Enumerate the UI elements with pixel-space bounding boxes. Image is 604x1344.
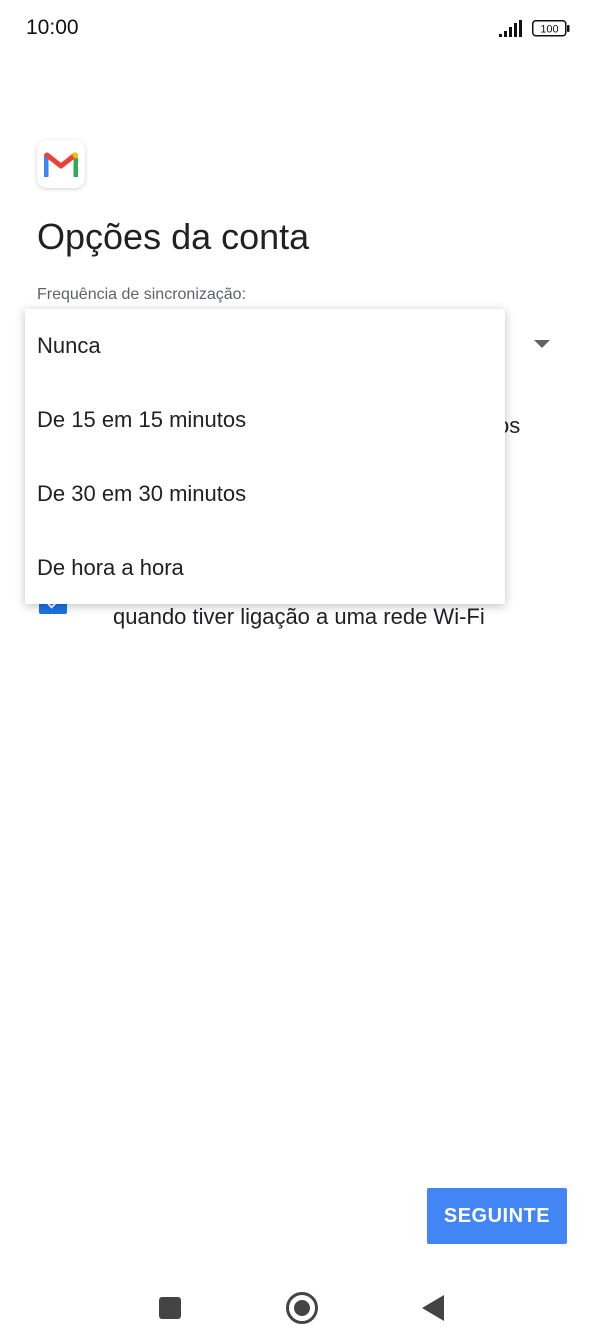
status-time: 10:00 (26, 16, 79, 39)
menu-item-15-minutes[interactable]: De 15 em 15 minutos (25, 383, 505, 457)
chevron-down-icon[interactable] (534, 340, 550, 348)
battery-level: 100 (540, 24, 558, 36)
status-bar: 10:00 100 (0, 0, 604, 58)
sync-frequency-menu: Nunca De 15 em 15 minutos De 30 em 30 mi… (25, 309, 505, 604)
navigation-bar (0, 1270, 604, 1344)
recent-apps-icon[interactable] (159, 1297, 181, 1319)
sync-frequency-label: Frequência de sincronização: (37, 286, 247, 303)
menu-item-never[interactable]: Nunca (25, 309, 505, 383)
menu-item-hourly[interactable]: De hora a hora (25, 531, 505, 605)
home-icon[interactable] (286, 1292, 318, 1324)
page-title: Opções da conta (37, 216, 310, 257)
gmail-logo-icon (37, 140, 85, 188)
wifi-option-label: quando tiver ligação a uma rede Wi-Fi (113, 604, 485, 629)
next-button[interactable]: SEGUINTE (427, 1188, 567, 1244)
menu-item-30-minutes[interactable]: De 30 em 30 minutos (25, 457, 505, 531)
signal-icon (499, 20, 522, 37)
battery-icon: 100 (532, 20, 570, 37)
back-icon[interactable] (422, 1295, 444, 1321)
